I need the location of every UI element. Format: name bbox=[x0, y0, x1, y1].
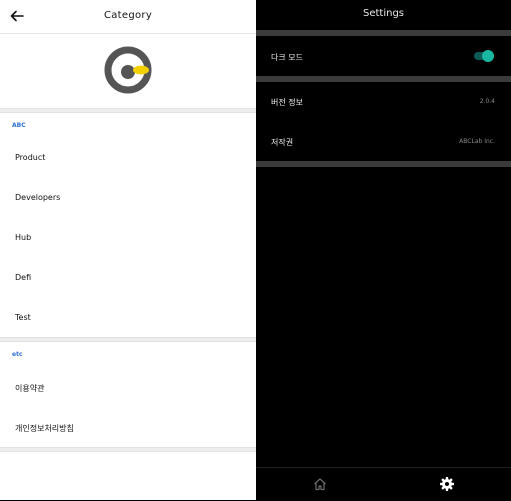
app-logo bbox=[104, 46, 152, 94]
dark-mode-toggle[interactable] bbox=[474, 50, 494, 62]
copyright-label: 저작권 bbox=[271, 138, 294, 147]
copyright-value: ABCLab Inc. bbox=[459, 138, 495, 145]
bottom-nav bbox=[256, 467, 511, 501]
page-title: Category bbox=[103, 10, 153, 21]
section-divider bbox=[256, 161, 511, 167]
section-divider bbox=[256, 30, 511, 36]
section-divider bbox=[256, 76, 511, 82]
page-title: Settings bbox=[362, 8, 404, 19]
menu-item-developers[interactable]: Developers bbox=[15, 193, 60, 202]
section-label-abc: ABC bbox=[12, 122, 26, 129]
menu-item-terms[interactable]: 이용약관 bbox=[15, 383, 44, 394]
version-value: 2.0.4 bbox=[479, 98, 495, 105]
home-icon[interactable] bbox=[312, 476, 328, 492]
category-panel: Category ABC Product Developers Hub Defi… bbox=[0, 0, 256, 500]
version-label: 버전 정보 bbox=[271, 98, 303, 107]
section-divider bbox=[0, 447, 256, 452]
section-divider bbox=[0, 108, 256, 113]
menu-item-test[interactable]: Test bbox=[15, 313, 31, 322]
menu-item-hub[interactable]: Hub bbox=[15, 233, 31, 242]
section-label-etc: etc bbox=[12, 351, 23, 358]
dark-mode-label: 다크 모드 bbox=[271, 53, 303, 62]
settings-panel: Settings 다크 모드 버전 정보 2.0.4 저작권 ABCLab In… bbox=[256, 0, 511, 501]
menu-item-product[interactable]: Product bbox=[15, 153, 45, 162]
settings-header: Settings bbox=[256, 0, 511, 30]
toggle-knob bbox=[482, 50, 494, 62]
category-header: Category bbox=[0, 0, 256, 34]
gear-icon[interactable] bbox=[439, 476, 455, 492]
section-divider bbox=[0, 337, 256, 342]
menu-item-defi[interactable]: Defi bbox=[15, 273, 31, 282]
menu-item-privacy[interactable]: 개인정보처리방침 bbox=[15, 423, 74, 434]
